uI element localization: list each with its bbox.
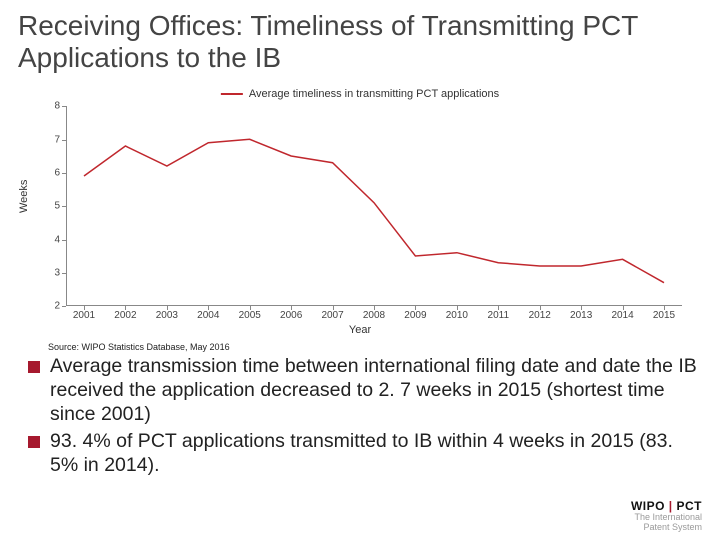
x-tick-label: 2005 bbox=[230, 310, 270, 321]
x-tick-mark bbox=[498, 306, 499, 310]
x-tick-mark bbox=[581, 306, 582, 310]
brand-pct: PCT bbox=[677, 499, 703, 513]
x-tick-mark bbox=[291, 306, 292, 310]
x-tick-mark bbox=[664, 306, 665, 310]
bullet-item: 93. 4% of PCT applications transmitted t… bbox=[28, 430, 706, 478]
legend-swatch-icon bbox=[221, 93, 243, 95]
chart-legend: Average timeliness in transmitting PCT a… bbox=[221, 88, 499, 100]
x-tick-label: 2015 bbox=[644, 310, 684, 321]
x-tick-mark bbox=[125, 306, 126, 310]
brand-wipo: WIPO bbox=[631, 499, 665, 513]
x-tick-mark bbox=[540, 306, 541, 310]
plot-area: 2345678 20012002200320042005200620072008… bbox=[66, 106, 682, 306]
x-tick-label: 2008 bbox=[354, 310, 394, 321]
x-tick-mark bbox=[623, 306, 624, 310]
x-tick-label: 2010 bbox=[437, 310, 477, 321]
x-tick-label: 2003 bbox=[147, 310, 187, 321]
x-tick-mark bbox=[374, 306, 375, 310]
separator-icon: | bbox=[665, 499, 677, 513]
slide: Receiving Offices: Timeliness of Transmi… bbox=[0, 0, 720, 540]
y-tick-label: 7 bbox=[22, 134, 60, 145]
legend-label: Average timeliness in transmitting PCT a… bbox=[249, 88, 499, 100]
x-tick-mark bbox=[457, 306, 458, 310]
x-tick-label: 2014 bbox=[603, 310, 643, 321]
x-tick-mark bbox=[415, 306, 416, 310]
line-path bbox=[66, 106, 682, 306]
x-tick-label: 2002 bbox=[105, 310, 145, 321]
page-title: Receiving Offices: Timeliness of Transmi… bbox=[0, 10, 720, 80]
chart: Average timeliness in transmitting PCT a… bbox=[20, 88, 700, 338]
bullet-list: Average transmission time between intern… bbox=[0, 355, 720, 477]
y-tick-label: 2 bbox=[22, 301, 60, 312]
x-tick-mark bbox=[333, 306, 334, 310]
y-tick-label: 3 bbox=[22, 268, 60, 279]
x-tick-label: 2012 bbox=[520, 310, 560, 321]
brand-lockup: WIPO | PCT bbox=[631, 499, 702, 513]
y-tick-label: 8 bbox=[22, 101, 60, 112]
x-tick-label: 2004 bbox=[188, 310, 228, 321]
x-tick-label: 2013 bbox=[561, 310, 601, 321]
x-tick-mark bbox=[250, 306, 251, 310]
x-tick-label: 2009 bbox=[395, 310, 435, 321]
chart-source: Source: WIPO Statistics Database, May 20… bbox=[48, 342, 720, 352]
y-tick-mark bbox=[62, 306, 66, 307]
bullet-item: Average transmission time between intern… bbox=[28, 355, 706, 426]
footer-logo: WIPO | PCT The International Patent Syst… bbox=[631, 499, 702, 532]
x-tick-label: 2007 bbox=[313, 310, 353, 321]
y-tick-label: 6 bbox=[22, 168, 60, 179]
x-tick-label: 2006 bbox=[271, 310, 311, 321]
y-tick-label: 4 bbox=[22, 234, 60, 245]
x-tick-mark bbox=[208, 306, 209, 310]
y-tick-label: 5 bbox=[22, 201, 60, 212]
x-tick-mark bbox=[167, 306, 168, 310]
x-tick-mark bbox=[84, 306, 85, 310]
x-tick-label: 2011 bbox=[478, 310, 518, 321]
x-tick-label: 2001 bbox=[64, 310, 104, 321]
brand-tagline-2: Patent System bbox=[631, 523, 702, 532]
x-axis-label: Year bbox=[349, 324, 371, 336]
